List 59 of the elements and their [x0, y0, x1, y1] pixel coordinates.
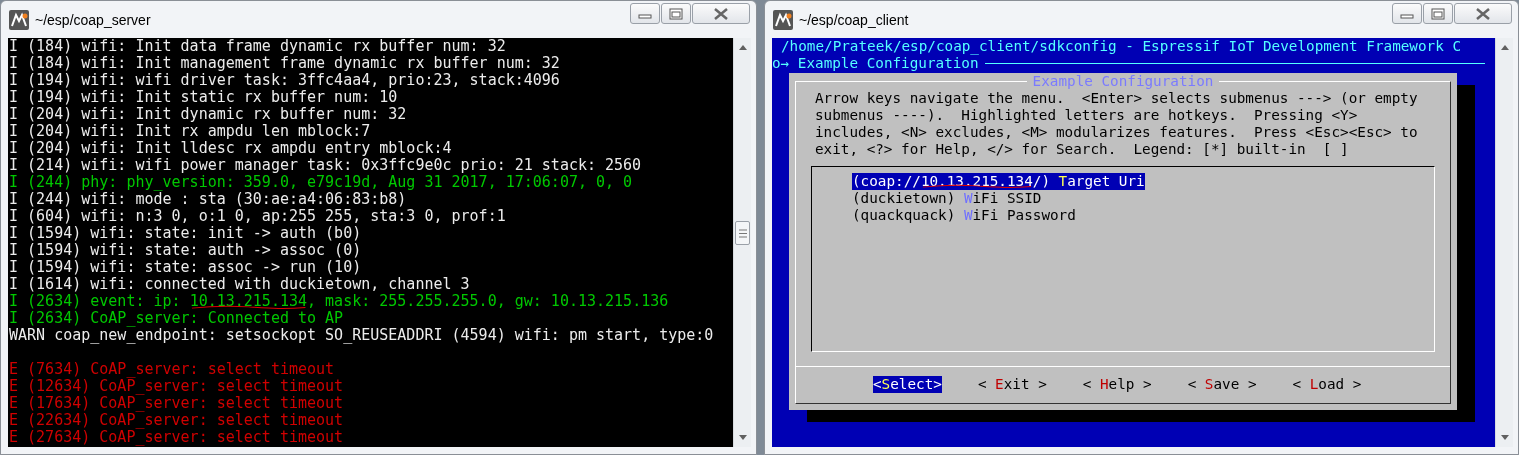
close-icon	[1475, 7, 1491, 20]
log-line: WARN coap_new_endpoint: setsockopt SO_REUSEADDRI (4594) wifi: pm start, type:0	[9, 327, 714, 344]
dialog-button[interactable]: <Select>	[873, 376, 942, 393]
log-line: I (184) wifi: Init data frame dynamic rx buffer num: 32	[9, 38, 506, 55]
log-line: I (1614) wifi: connected with duckietown, channel 3	[9, 276, 470, 293]
help-text: includes, <N> excludes, <M> modularizes features. Press <Esc><Esc> to	[815, 124, 1419, 141]
log-line: I (2634) event: ip: 10.13.215.134, mask: 255.255.255.0, gw: 10.13.215.136	[9, 293, 669, 310]
minimize-button[interactable]	[630, 3, 660, 24]
log-line: I (604) wifi: n:3 0, o:1 0, ap:255 255, sta:3 0, prof:1	[9, 208, 506, 225]
maximize-button[interactable]	[1423, 3, 1453, 24]
log-line: I (244) wifi: mode : sta (30:ae:a4:06:83:b8)	[9, 191, 407, 208]
maximize-icon	[669, 7, 683, 20]
menu-item[interactable]: (coap://10.13.215.134/) Target Uri	[812, 173, 1434, 190]
log-line: I (204) wifi: Init lldesc rx ampdu entry mblock:4	[9, 140, 452, 157]
scrollbar[interactable]	[733, 38, 751, 447]
close-button[interactable]	[692, 3, 750, 24]
app-logo-icon	[9, 9, 29, 30]
close-button[interactable]	[1454, 3, 1512, 24]
log-line: I (204) wifi: Init dynamic rx buffer num: 32	[9, 106, 407, 123]
log-line: E (7634) CoAP_server: select timeout	[9, 361, 335, 378]
menu-item[interactable]: (duckietown) WiFi SSID	[812, 190, 1434, 207]
scrollbar-thumb[interactable]	[735, 221, 750, 245]
log-line: E (12634) CoAP_server: select timeout	[9, 378, 344, 395]
scroll-up-icon	[1499, 43, 1510, 51]
window-title: ~/esp/coap_client	[799, 11, 910, 28]
help-text: Arrow keys navigate the menu. <Enter> selects submenus ---> (or empty	[815, 90, 1419, 107]
dialog-button[interactable]: < Load >	[1292, 376, 1362, 393]
log-line: I (194) wifi: wifi driver task: 3ffc4aa4, prio:23, stack:4096	[9, 72, 560, 89]
log-line: I (2634) CoAP_server: Connected to AP	[9, 310, 344, 327]
log-line: I (204) wifi: Init rx ampdu len mblock:7	[9, 123, 371, 140]
log-line: E (22634) CoAP_server: select timeout	[9, 412, 344, 429]
log-line: I (244) phy: phy_version: 359.0, e79c19d, Aug 31 2017, 17:06:07, 0, 0	[9, 174, 633, 191]
breadcrumb: o→ Example Configuration	[772, 55, 979, 72]
log-line: I (1594) wifi: state: auth -> assoc (0)	[9, 242, 362, 259]
log-line: I (194) wifi: Init static rx buffer num: 10	[9, 89, 398, 106]
log-line: E (27634) CoAP_server: select timeout	[9, 429, 344, 446]
grip-icon	[737, 228, 748, 238]
scroll-down-icon	[1499, 434, 1510, 442]
help-text: submenus ----). Highlighted letters are hotkeys. Pressing <Y>	[815, 107, 1359, 124]
maximize-button[interactable]	[661, 3, 691, 24]
menu-item[interactable]: (quackquack) WiFi Password	[812, 207, 1434, 224]
dialog-button[interactable]: < Exit >	[977, 376, 1047, 393]
log-line: E (17634) CoAP_server: select timeout	[9, 395, 344, 412]
dialog-button[interactable]: < Save >	[1187, 376, 1257, 393]
window-title: ~/esp/coap_server	[35, 11, 152, 28]
log-line: I (1594) wifi: state: assoc -> run (10)	[9, 259, 362, 276]
scroll-up-icon	[737, 43, 748, 51]
close-icon	[713, 7, 729, 20]
maximize-icon	[1431, 7, 1445, 20]
minimize-button[interactable]	[1392, 3, 1422, 24]
log-line: I (184) wifi: Init management frame dynamic rx buffer num: 32	[9, 55, 560, 72]
scrollbar[interactable]	[1495, 38, 1513, 447]
dialog-button[interactable]: < Help >	[1082, 376, 1152, 393]
config-path: /home/Prateek/esp/coap_client/sdkconfig - Espressif IoT Development Framework C	[780, 38, 1462, 55]
log-line: I (1594) wifi: state: init -> auth (b0)	[9, 225, 362, 242]
help-text: exit, <?> for Help, </> for Search. Legend: [*] built-in [ ]	[815, 141, 1350, 158]
log-line: I (214) wifi: wifi power manager task: 0x3ffc9e0c prio: 21 stack: 2560	[9, 157, 642, 174]
app-logo-icon	[773, 9, 793, 30]
scroll-down-icon	[737, 434, 748, 442]
